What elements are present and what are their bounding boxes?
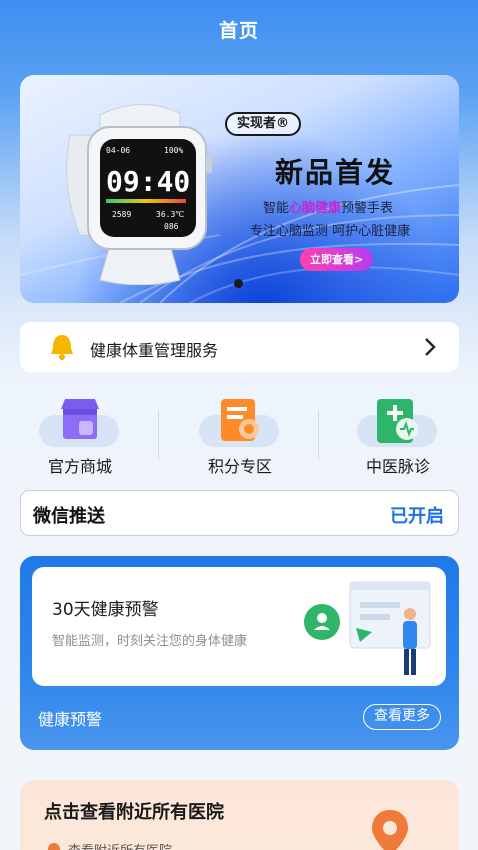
watch-date: 04-06 [106, 146, 130, 155]
promo-banner[interactable]: 04-06 100% 09:40 2589 36.3℃ 086 实现者® 新品首… [20, 75, 459, 303]
health-alert-inner[interactable]: 30天健康预警 智能监测，时刻关注您的身体健康 [32, 567, 446, 686]
service-label: 健康体重管理服务 [90, 341, 219, 360]
watch-steps: 2589 [112, 210, 131, 219]
quick-entry-label: 中医脉诊 [365, 457, 430, 476]
divider [158, 410, 159, 460]
bell-icon [51, 335, 73, 360]
location-dot-icon [48, 843, 60, 850]
points-icon [221, 399, 259, 441]
smartwatch-image: 04-06 100% 09:40 2589 36.3℃ 086 [66, 104, 212, 285]
watch-temp: 36.3℃ [156, 210, 184, 219]
nearby-hospitals-subtitle: 查看附近所有医院 [68, 840, 172, 850]
view-more-button[interactable]: 查看更多 [363, 704, 441, 730]
nearby-hospitals-title: 点击查看附近所有医院 [44, 802, 224, 823]
wechat-push-setting[interactable]: 微信推送 已开启 [20, 490, 459, 536]
health-alert-description: 智能监测，时刻关注您的身体健康 [52, 634, 248, 649]
watch-time: 09:40 [106, 165, 190, 198]
chevron-right-icon [425, 338, 436, 356]
quick-entry-points[interactable]: 积分专区 [180, 395, 320, 480]
divider [318, 410, 319, 460]
banner-subtitle-2: 专注心脑监测 呵护心脏健康 [250, 224, 411, 239]
health-monitoring-illustration [304, 581, 431, 675]
banner-subtitle-1: 智能心脑健康预警手表 [263, 201, 394, 216]
carousel-indicator[interactable] [234, 279, 243, 288]
wechat-push-label: 微信推送 [33, 506, 105, 527]
page-title: 首页 [218, 20, 259, 42]
nearby-hospitals-card[interactable]: 点击查看附近所有医院 查看附近所有医院 [20, 780, 459, 850]
map-pin-icon [372, 810, 408, 850]
health-alert-card[interactable]: 30天健康预警 智能监测，时刻关注您的身体健康 健康预警 查看更多 [20, 556, 459, 750]
store-icon [61, 399, 99, 439]
brand-badge: 实现者® [225, 112, 302, 136]
banner-headline: 新品首发 [275, 156, 396, 189]
weight-management-service[interactable]: 健康体重管理服务 [20, 322, 459, 372]
health-alert-footer-label: 健康预警 [38, 710, 103, 729]
watch-hr: 086 [164, 222, 179, 231]
tcm-icon [377, 399, 418, 443]
wechat-push-status[interactable]: 已开启 [390, 502, 444, 528]
quick-entry-tcm[interactable]: 中医脉诊 [338, 395, 478, 480]
banner-cta-button[interactable]: 立即查看> [300, 248, 374, 271]
quick-entry-label: 官方商城 [47, 457, 112, 476]
watch-battery: 100% [164, 146, 183, 155]
quick-entry-store[interactable]: 官方商城 [20, 395, 160, 480]
health-alert-title: 30天健康预警 [52, 600, 159, 620]
quick-entry-label: 积分专区 [207, 457, 272, 476]
